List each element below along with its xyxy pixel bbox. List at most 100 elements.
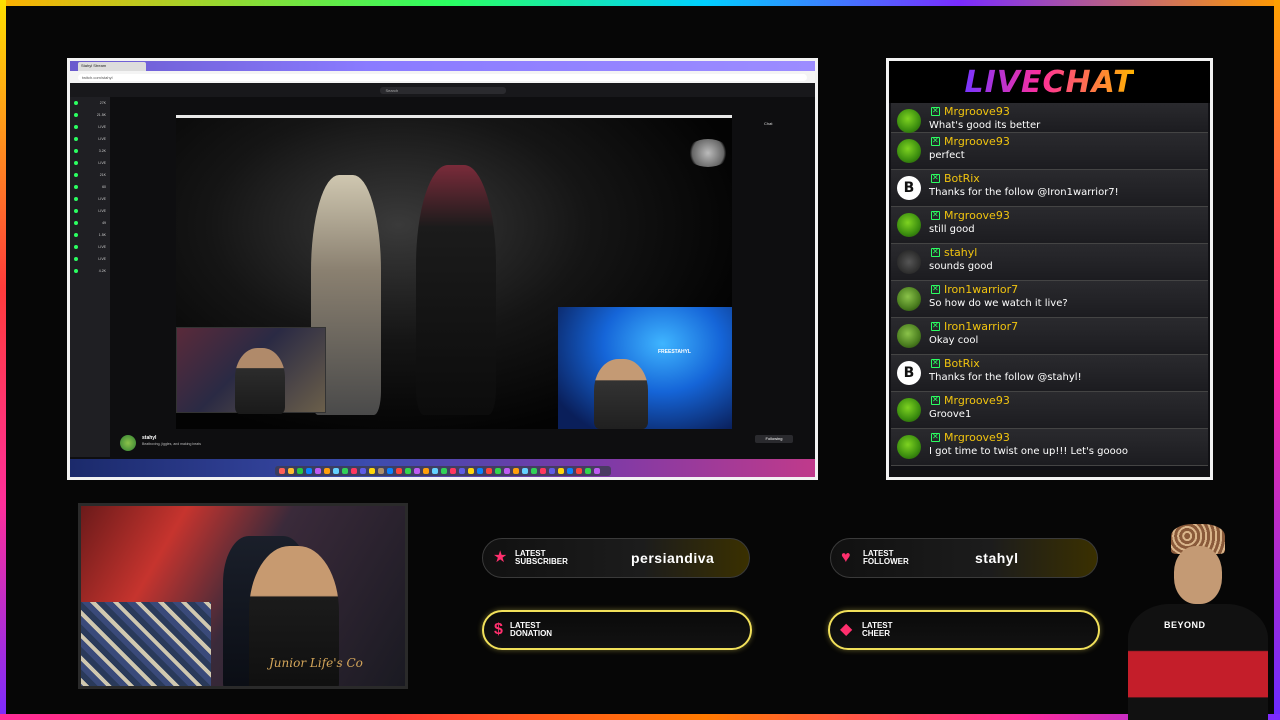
chat-toggle[interactable]: Chat [764,121,804,131]
sidebar-channel[interactable]: 1.5K [70,229,110,241]
chat-username[interactable]: Mrgroove93 [944,105,1010,118]
dock-app-icon[interactable] [360,468,366,474]
dock-app-icon[interactable] [351,468,357,474]
dock-app-icon[interactable] [405,468,411,474]
chat-username[interactable]: BotRix [944,357,980,370]
inset-person-right [594,359,648,429]
address-bar[interactable]: twitch.com/stahyl [78,73,807,81]
streamer-name[interactable]: stahyl [142,435,156,441]
sidebar-channel[interactable]: 49 [70,217,110,229]
webcam-bed [81,602,211,686]
sidebar-channel[interactable]: LIVE [70,193,110,205]
dock-app-icon[interactable] [423,468,429,474]
chat-username[interactable]: BotRix [944,172,980,185]
dock-app-icon[interactable] [396,468,402,474]
sidebar-channel[interactable]: 60 [70,181,110,193]
chat-avatar[interactable] [897,250,921,274]
chat-avatar[interactable] [897,435,921,459]
frame-bottom-glow [0,714,1280,720]
chat-username[interactable]: stahyl [944,246,977,259]
chat-avatar[interactable] [897,287,921,311]
dock-app-icon[interactable] [567,468,573,474]
dock-app-icon[interactable] [342,468,348,474]
sidebar-channel[interactable]: LIVE [70,133,110,145]
sidebar-channel[interactable]: LIVE [70,253,110,265]
dock-app-icon[interactable] [585,468,591,474]
chat-username[interactable]: Iron1warrior7 [944,283,1018,296]
dock-app-icon[interactable] [369,468,375,474]
dock-app-icon[interactable] [324,468,330,474]
streamer-cutout: BEYOND [1128,520,1268,720]
sidebar-channel[interactable]: 21.5K [70,109,110,121]
dock-app-icon[interactable] [468,468,474,474]
dock-app-icon[interactable] [576,468,582,474]
twitch-topnav: Search [70,83,815,97]
chat-username[interactable]: Mrgroove93 [944,135,1010,148]
dock-app-icon[interactable] [486,468,492,474]
sidebar-channel[interactable]: LIVE [70,157,110,169]
dock-app-icon[interactable] [414,468,420,474]
search-input[interactable]: Search [379,86,506,94]
livechat-header: LIVECHAT [889,61,1210,103]
chat-avatar[interactable] [897,109,921,133]
dock-app-icon[interactable] [288,468,294,474]
inset-person [235,348,285,414]
dock-app-icon[interactable] [513,468,519,474]
browser-tab[interactable]: Stahyl Stream [78,62,146,71]
live-dot-icon [74,101,78,105]
chat-avatar[interactable] [897,398,921,422]
chat-avatar[interactable] [897,361,921,385]
live-dot-icon [74,233,78,237]
sidebar-channel[interactable]: LIVE [70,241,110,253]
chat-username[interactable]: Mrgroove93 [944,431,1010,444]
dock-app-icon[interactable] [315,468,321,474]
dock-app-icon[interactable] [333,468,339,474]
sidebar-channel[interactable]: LIVE [70,121,110,133]
chat-message: Mrgroove93 perfect [891,133,1208,170]
dock-app-icon[interactable] [540,468,546,474]
chat-username[interactable]: Iron1warrior7 [944,320,1018,333]
dock-app-icon[interactable] [522,468,528,474]
followed-channels-sidebar: 27K 21.5K LIVE LIVE 3.2K LIVE 21K 60 LIVE LIVE 49 1… [70,97,110,457]
dock-app-icon[interactable] [378,468,384,474]
chat-avatar[interactable] [897,139,921,163]
video-player[interactable]: FREESTAHYL [176,115,732,429]
chat-message-text: perfect [929,150,965,161]
viewer-count: 49 [102,221,106,225]
mod-badge-icon [931,247,940,257]
live-dot-icon [74,185,78,189]
chat-avatar[interactable] [897,324,921,348]
dock-app-icon[interactable] [594,468,600,474]
sidebar-channel[interactable]: 4.2K [70,265,110,277]
dock-app-icon[interactable] [531,468,537,474]
dock-app-icon[interactable] [459,468,465,474]
dock-app-icon[interactable] [558,468,564,474]
live-dot-icon [74,149,78,153]
dock-app-icon[interactable] [549,468,555,474]
chat-avatar[interactable] [897,213,921,237]
streamer-avatar[interactable] [120,435,136,451]
dock-app-icon[interactable] [432,468,438,474]
chat-username[interactable]: Mrgroove93 [944,209,1010,222]
livechat-panel: LIVECHAT Mrgroove93 What's good its bette… [886,58,1213,480]
chat-message-text: Okay cool [929,335,979,346]
frame-left-glow [0,0,6,720]
chat-username[interactable]: Mrgroove93 [944,394,1010,407]
browser-urlbar: twitch.com/stahyl [70,71,815,83]
sidebar-channel[interactable]: 27K [70,97,110,109]
sidebar-channel[interactable]: 21K [70,169,110,181]
dock-app-icon[interactable] [441,468,447,474]
following-button[interactable]: Following [755,435,793,443]
sidebar-channel[interactable]: 3.2K [70,145,110,157]
dock-app-icon[interactable] [306,468,312,474]
dock-app-icon[interactable] [495,468,501,474]
dock-app-icon[interactable] [477,468,483,474]
dock-app-icon[interactable] [504,468,510,474]
chat-avatar[interactable] [897,176,921,200]
dock-app-icon[interactable] [297,468,303,474]
redbull-logo [686,139,730,167]
dock-app-icon[interactable] [450,468,456,474]
dock-app-icon[interactable] [279,468,285,474]
dock-app-icon[interactable] [387,468,393,474]
sidebar-channel[interactable]: LIVE [70,205,110,217]
